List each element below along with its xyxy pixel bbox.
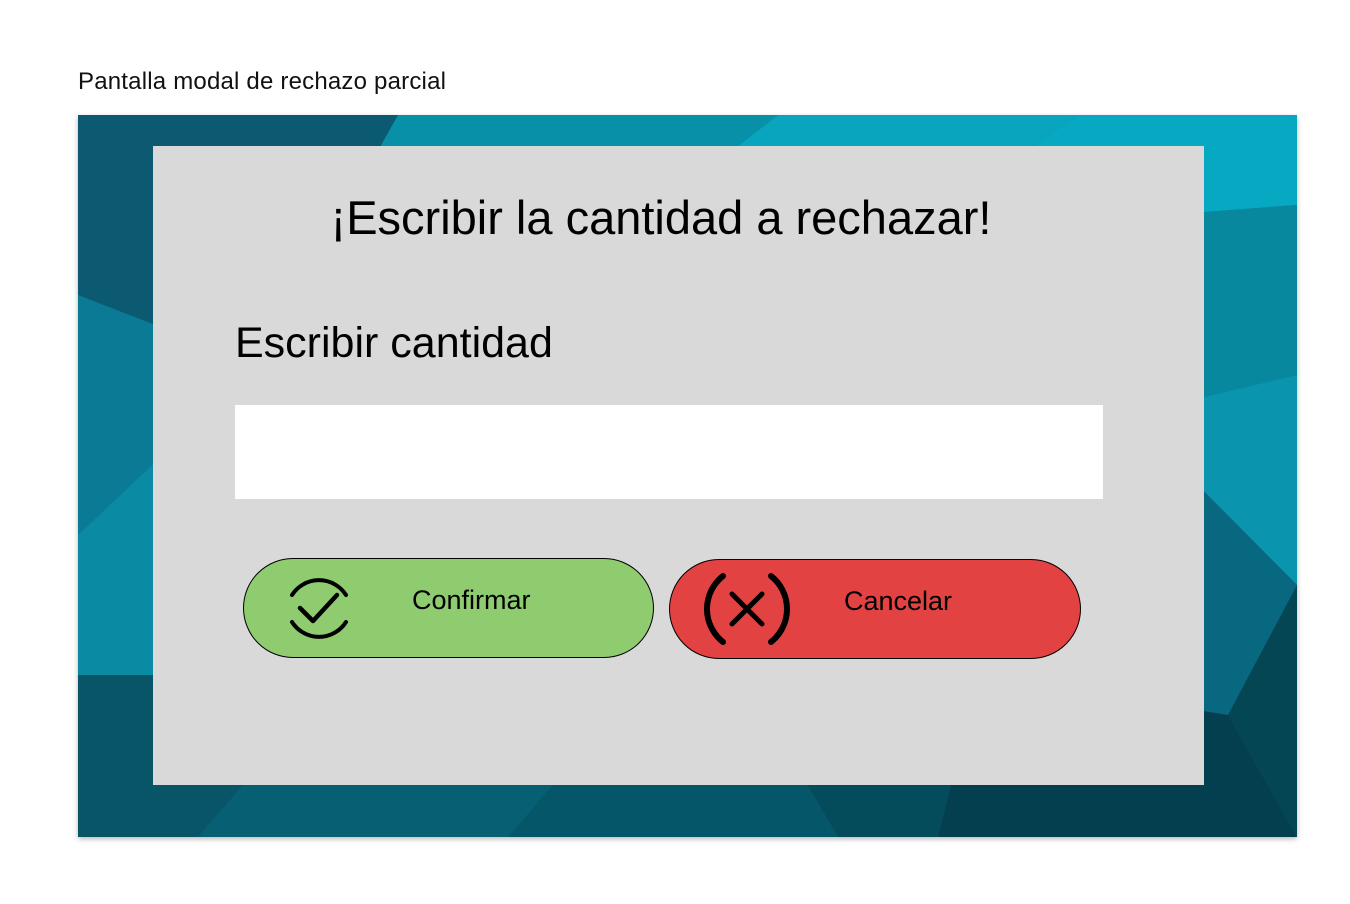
- confirm-button[interactable]: Confirmar: [243, 558, 654, 658]
- reject-modal: ¡Escribir la cantidad a rechazar! Escrib…: [153, 146, 1204, 785]
- close-circle-icon: [704, 573, 790, 645]
- cancel-button[interactable]: Cancelar: [669, 559, 1081, 659]
- screen-frame: ¡Escribir la cantidad a rechazar! Escrib…: [78, 115, 1297, 837]
- quantity-input[interactable]: [235, 405, 1103, 499]
- modal-title: ¡Escribir la cantidad a rechazar!: [330, 191, 992, 244]
- check-circle-icon: [290, 578, 348, 639]
- frame-label: Pantalla modal de rechazo parcial: [78, 68, 447, 95]
- quantity-label: Escribir cantidad: [235, 319, 553, 367]
- cancel-label: Cancelar: [844, 586, 953, 616]
- confirm-label: Confirmar: [412, 585, 531, 615]
